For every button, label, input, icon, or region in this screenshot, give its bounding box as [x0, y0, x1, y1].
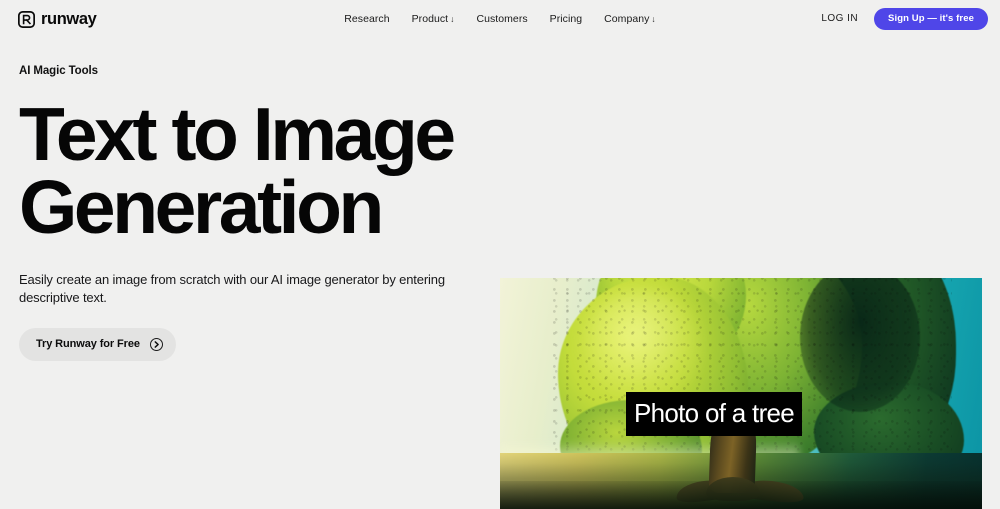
nav-label: Company — [604, 12, 650, 25]
nav-item-customers[interactable]: Customers — [476, 14, 527, 25]
generated-image-canvas: Photo of a tree — [500, 278, 982, 509]
nav-label: Research — [344, 12, 390, 25]
login-link[interactable]: LOG IN — [821, 14, 858, 24]
generated-image-preview[interactable]: Photo of a tree — [500, 278, 982, 509]
image-caption: Photo of a tree — [626, 392, 803, 436]
nav-label: Product — [411, 12, 449, 25]
chevron-down-icon: ↓ — [450, 14, 455, 25]
nav-item-research[interactable]: Research — [344, 14, 389, 25]
signup-button[interactable]: Sign Up — it's free — [874, 7, 988, 31]
nav-item-pricing[interactable]: Pricing — [550, 14, 582, 25]
nav-item-company[interactable]: Company ↓ — [604, 14, 656, 25]
cta-label: Try Runway for Free — [36, 338, 140, 351]
try-runway-for-free-button[interactable]: Try Runway for Free — [19, 328, 176, 362]
chevron-right-icon — [149, 337, 164, 352]
hero-description: Easily create an image from scratch with… — [19, 271, 445, 305]
page-title: Text to Image Generation — [19, 91, 456, 249]
nav-label: Customers — [476, 12, 528, 25]
page-root: runway Research Product ↓ Customers Pric… — [0, 0, 1000, 509]
main-navigation: Research Product ↓ Customers Pricing Com… — [344, 14, 655, 25]
brand-name: runway — [41, 9, 97, 28]
eyebrow-label: AI Magic Tools — [19, 65, 98, 77]
header-actions: LOG IN Sign Up — it's free — [821, 7, 988, 31]
brand-logo-link[interactable]: runway — [18, 9, 97, 28]
runway-mark-icon — [18, 10, 35, 28]
site-header: runway Research Product ↓ Customers Pric… — [0, 0, 1000, 38]
chevron-down-icon: ↓ — [651, 14, 656, 25]
nav-item-product[interactable]: Product ↓ — [412, 14, 455, 25]
nav-label: Pricing — [549, 12, 583, 25]
hero-section: AI Magic Tools Text to Image Generation … — [19, 65, 489, 362]
